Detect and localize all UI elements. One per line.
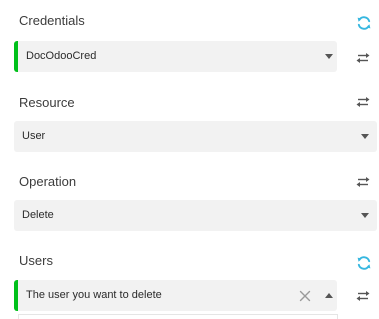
resource-label: Resource bbox=[19, 95, 75, 110]
swap-arrows-icon[interactable] bbox=[355, 290, 371, 306]
chevron-down-icon[interactable] bbox=[325, 54, 333, 59]
credentials-value: DocOdooCred bbox=[26, 50, 97, 62]
refresh-icon[interactable] bbox=[356, 15, 372, 31]
resource-select[interactable]: User bbox=[14, 121, 377, 152]
operation-label: Operation bbox=[19, 174, 77, 189]
chevron-up-icon[interactable] bbox=[325, 293, 333, 298]
operation-select[interactable]: Delete bbox=[14, 200, 377, 231]
users-label: Users bbox=[19, 253, 53, 268]
users-select[interactable]: The user you want to delete bbox=[14, 280, 337, 311]
chevron-down-icon[interactable] bbox=[361, 134, 369, 139]
swap-arrows-icon[interactable] bbox=[355, 96, 371, 112]
resource-value: User bbox=[22, 130, 46, 142]
credentials-select[interactable]: DocOdooCred bbox=[14, 41, 337, 72]
swap-arrows-icon[interactable] bbox=[355, 176, 371, 192]
credentials-label: Credentials bbox=[19, 13, 85, 28]
users-value: The user you want to delete bbox=[26, 289, 162, 301]
operation-value: Delete bbox=[22, 209, 54, 221]
chevron-down-icon[interactable] bbox=[361, 213, 369, 218]
close-icon[interactable] bbox=[299, 289, 311, 302]
users-dropdown-list[interactable] bbox=[18, 314, 338, 319]
swap-arrows-icon[interactable] bbox=[355, 52, 371, 68]
node-parameters-panel: Credentials DocOdooCred Resource User Op… bbox=[0, 0, 379, 319]
refresh-icon[interactable] bbox=[356, 255, 372, 271]
